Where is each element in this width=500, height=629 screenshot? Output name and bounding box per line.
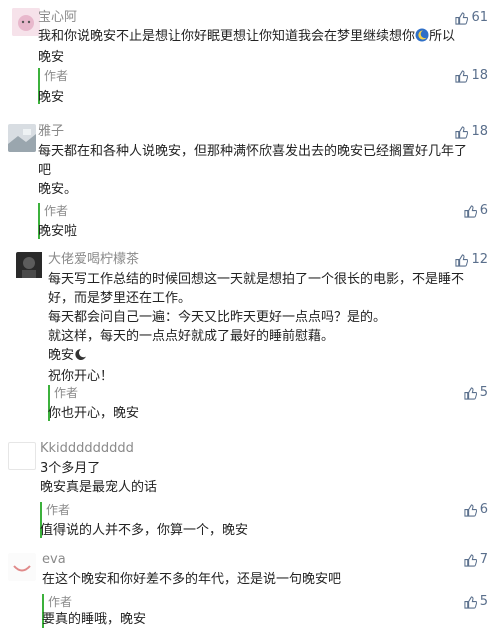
thumbs-up-icon: [455, 125, 469, 139]
like-button[interactable]: 61: [455, 10, 488, 26]
like-count: 61: [471, 10, 488, 25]
comment-line: 吧: [38, 163, 52, 178]
comment-line: 晚安。: [38, 182, 78, 197]
comment-nickname: 雅子: [38, 124, 65, 139]
comment-body: 每天写工作总结的时候回想这一天就是想拍了一个很长的电影，不是睡不 好，而是梦里还…: [48, 270, 488, 386]
comment-line: 祝你开心！: [48, 369, 114, 384]
thumbs-up-icon: [464, 503, 477, 517]
avatar[interactable]: [12, 8, 40, 36]
author-reply-text: 晚安: [38, 90, 65, 105]
author-tag: 作者: [48, 595, 73, 609]
reply-like-button[interactable]: 18: [455, 68, 488, 84]
author-tag: 作者: [44, 69, 69, 83]
like-count: 5: [479, 385, 488, 400]
like-count: 18: [471, 124, 488, 139]
thumbs-up-icon: [455, 69, 469, 83]
avatar[interactable]: [8, 553, 36, 581]
thumbs-up-icon: [455, 253, 469, 267]
comment-line: 好，而是梦里还在工作。: [48, 291, 192, 306]
avatar[interactable]: [8, 124, 36, 152]
like-count: 12: [471, 252, 488, 267]
like-button[interactable]: 18: [455, 124, 488, 140]
avatar[interactable]: [16, 252, 44, 280]
like-count: 18: [471, 68, 488, 83]
comment-nickname: Kkiddddddddd: [40, 441, 134, 456]
comment-line: 在这个晚安和你好差不多的年代，还是说一句晚安吧: [42, 572, 342, 587]
comment-line: 晚安真是最宠人的话: [40, 480, 158, 495]
comment-line: 每天都在和各种人说晚安，但那种满怀欣喜发出去的晚安已经搁置好几年了: [38, 144, 468, 159]
comment-body: 在这个晚安和你好差不多的年代，还是说一句晚安吧: [42, 570, 482, 589]
thumbs-up-icon: [464, 595, 477, 609]
comment-line: 晚安: [48, 348, 75, 363]
like-count: 6: [479, 203, 488, 218]
author-reply-text: 晚安啦: [38, 224, 78, 239]
comment-nickname: 宝心阿: [38, 10, 78, 25]
reply-like-button[interactable]: 5: [464, 594, 488, 610]
comment-nickname: eva: [42, 552, 66, 567]
thumbs-up-icon: [464, 386, 477, 400]
author-tag: 作者: [44, 204, 69, 218]
like-button[interactable]: 7: [464, 552, 488, 568]
author-reply-text: 你也开心，晚安: [48, 406, 140, 421]
thumbs-up-icon: [455, 11, 469, 25]
author-tag: 作者: [54, 386, 79, 400]
author-reply-text: 要真的睡哦，晚安: [42, 612, 147, 627]
comment-line: 我和你说晚安不止是想让你好眠更想让你知道我会在梦里继续想你: [38, 29, 416, 44]
thumbs-up-icon: [464, 553, 477, 567]
comment-line: 晚安: [38, 50, 65, 65]
reply-like-button[interactable]: 6: [464, 502, 488, 518]
comment-body: 3个多月了 晚安真是最宠人的话: [40, 459, 480, 497]
like-count: 5: [479, 594, 488, 609]
crescent-moon-icon: [74, 348, 87, 367]
thumbs-up-icon: [464, 204, 477, 218]
moon-emoji-icon: [415, 28, 429, 48]
comment-body: 我和你说晚安不止是想让你好眠更想让你知道我会在梦里继续想你 所以 晚安: [38, 27, 488, 67]
reply-like-button[interactable]: 5: [464, 385, 488, 401]
like-count: 6: [479, 502, 488, 517]
comment-body: 每天都在和各种人说晚安，但那种满怀欣喜发出去的晚安已经搁置好几年了 吧 晚安。: [38, 142, 488, 199]
comment-line: 所以: [429, 29, 456, 44]
comment-line: 3个多月了: [40, 461, 101, 476]
like-count: 7: [479, 552, 488, 567]
avatar[interactable]: [8, 442, 36, 470]
author-reply-text: 值得说的人并不多，你算一个，晚安: [40, 523, 249, 538]
comment-nickname: 大佬爱喝柠檬茶: [48, 252, 140, 267]
reply-like-button[interactable]: 6: [464, 203, 488, 219]
comment-line: 每天写工作总结的时候回想这一天就是想拍了一个很长的电影，不是睡不: [48, 272, 465, 287]
like-button[interactable]: 12: [455, 252, 488, 268]
comment-line: 就这样，每天的一点点好就成了最好的睡前慰藉。: [48, 329, 335, 344]
comment-line: 每天都会问自己一遍：今天又比昨天更好一点点吗？是的。: [48, 310, 387, 325]
author-tag: 作者: [46, 503, 71, 517]
